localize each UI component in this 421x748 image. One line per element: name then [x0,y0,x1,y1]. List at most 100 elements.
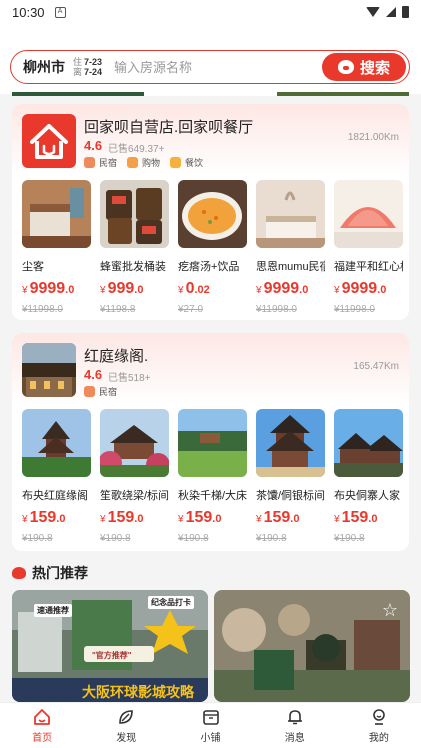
star-icon[interactable]: ☆ [382,600,398,621]
shop-header: 红庭缘阁. 4.6 已售518+ 民宿 165.47Km [12,333,409,405]
battery-icon [402,6,409,18]
shop-card[interactable]: 红庭缘阁. 4.6 已售518+ 民宿 165.47Km 布央红庭缘阁 ¥159… [12,333,409,551]
price-integer: 159 [29,509,57,526]
price-integer: 999 [107,280,135,297]
price-integer: 159 [341,509,369,526]
tag-shopping: 购物 [127,156,160,169]
shop-logo [22,343,76,397]
status-icons [366,6,409,18]
recommend-card[interactable]: ☆ [214,590,410,702]
shop-rating: 4.6 [84,138,103,153]
shopping-icon [127,157,139,168]
shop-tags: 民宿 [84,385,117,398]
search-bar: 柳州市 住7-23 离7-24 搜索 [10,50,410,84]
recommend-card[interactable]: 速通推荐 纪念品打卡 "官方推荐" 大阪环球影城攻略 [12,590,208,702]
status-bar: 10:30 A [0,0,421,24]
city-selector[interactable]: 柳州市 [23,57,65,77]
price-decimal: .0 [368,513,378,525]
shop-distance: 1821.00Km [347,132,399,143]
bell-icon [287,709,302,724]
heart-icon [12,567,26,579]
product-image [22,180,91,248]
original-price: ¥190.8 [178,533,209,544]
checkout-label: 离 [73,67,83,77]
home-icon [34,708,50,725]
product-price: ¥159.0 [178,509,247,527]
original-price: ¥11998.0 [22,304,63,315]
header: 柳州市 住7-23 离7-24 搜索 [0,24,421,94]
nav-shop[interactable]: 小铺 [168,703,252,748]
homestay-icon [84,157,95,168]
tag-label: 餐饮 [185,158,204,168]
nav-label: 发现 [116,732,137,744]
price-currency: ¥ [100,514,106,525]
price-integer: 9999 [29,280,66,297]
price-currency: ¥ [100,285,106,296]
nav-label: 首页 [32,732,53,744]
checkout-row: 离 7-24 [73,67,102,77]
product-item[interactable]: 秋染千梯/大床 ¥159.0 ¥190.8 [178,409,247,544]
badge: 纪念品打卡 [148,596,194,609]
original-price: ¥11998.0 [334,304,375,315]
nav-label: 消息 [284,732,305,744]
shop-sold-count: 已售518+ [108,373,151,384]
checkin-row: 住 7-23 [73,57,102,67]
shop-rating: 4.6 [84,367,103,382]
product-image [100,180,169,248]
product-item[interactable]: 笙歌绕梁/标间 ¥159.0 ¥190.8 [100,409,169,544]
search-button[interactable]: 搜索 [322,53,406,81]
checkin-date: 7-23 [84,57,103,67]
product-price: ¥9999.0 [334,280,403,298]
product-item[interactable]: 茶馕/侗银标间 ¥159.0 ¥190.8 [256,409,325,544]
price-currency: ¥ [256,514,262,525]
product-item[interactable]: 蜂蜜批发桶装 ¥999.0 ¥1198.8 [100,180,169,315]
product-item[interactable]: 思恩mumu民宿 ¥9999.0 ¥11998.0 [256,180,325,315]
nav-messages[interactable]: 消息 [253,703,337,748]
product-image [334,409,403,477]
date-selector[interactable]: 住 7-23 离 7-24 [73,57,102,77]
product-item[interactable]: 福建平和红心柚 ¥9999.0 ¥11998.0 [334,180,403,315]
original-price: ¥190.8 [334,533,365,544]
shop-logo [22,114,76,168]
checkout-date: 7-24 [84,67,103,77]
product-image [256,180,325,248]
product-item[interactable]: 疙瘩汤+饮品 ¥0.02 ¥27.0 [178,180,247,315]
price-currency: ¥ [22,514,28,525]
price-decimal: .02 [194,284,210,296]
product-price: ¥159.0 [100,509,169,527]
tag-homestay: 民宿 [84,385,117,398]
product-price: ¥9999.0 [22,280,91,298]
nav-home[interactable]: 首页 [0,703,84,748]
product-price: ¥999.0 [100,280,169,298]
tag-label: 购物 [142,158,161,168]
price-decimal: .0 [56,513,66,525]
product-image [22,409,91,477]
shop-distance: 165.47Km [353,361,399,372]
tag-food: 餐饮 [170,156,203,169]
price-currency: ¥ [22,285,28,296]
product-title: 尘客 [22,261,44,273]
product-item[interactable]: 布央红庭缘阁 ¥159.0 ¥190.8 [22,409,91,544]
product-item[interactable]: 布央侗寨人家 ¥159.0 ¥190.8 [334,409,403,544]
nav-profile[interactable]: 我的 [337,703,421,748]
product-price: ¥0.02 [178,280,247,298]
price-integer: 159 [107,509,135,526]
signal-icon [386,7,396,17]
profile-icon [373,708,385,725]
price-integer: 9999 [263,280,300,297]
product-item[interactable]: 尘客 ¥9999.0 ¥11998.0 [22,180,91,315]
shop-name: 回家呗自营店.回家呗餐厅 [84,119,254,136]
price-integer: 9999 [341,280,378,297]
price-integer: 159 [185,509,213,526]
search-button-label: 搜索 [359,59,390,77]
price-decimal: .0 [134,513,144,525]
homestay-icon [84,386,95,397]
pig-icon [337,60,354,74]
shop-card[interactable]: 回家呗自营店.回家呗餐厅 4.6 已售649.37+ 民宿 购物 餐饮 1821… [12,104,409,320]
product-price: ¥159.0 [334,509,403,527]
nav-discover[interactable]: 发现 [84,703,168,748]
tag-label: 民宿 [99,387,118,397]
product-title: 疙瘩汤+饮品 [178,261,240,273]
product-title: 秋染千梯/大床 [178,490,247,502]
price-decimal: .0 [65,284,75,296]
